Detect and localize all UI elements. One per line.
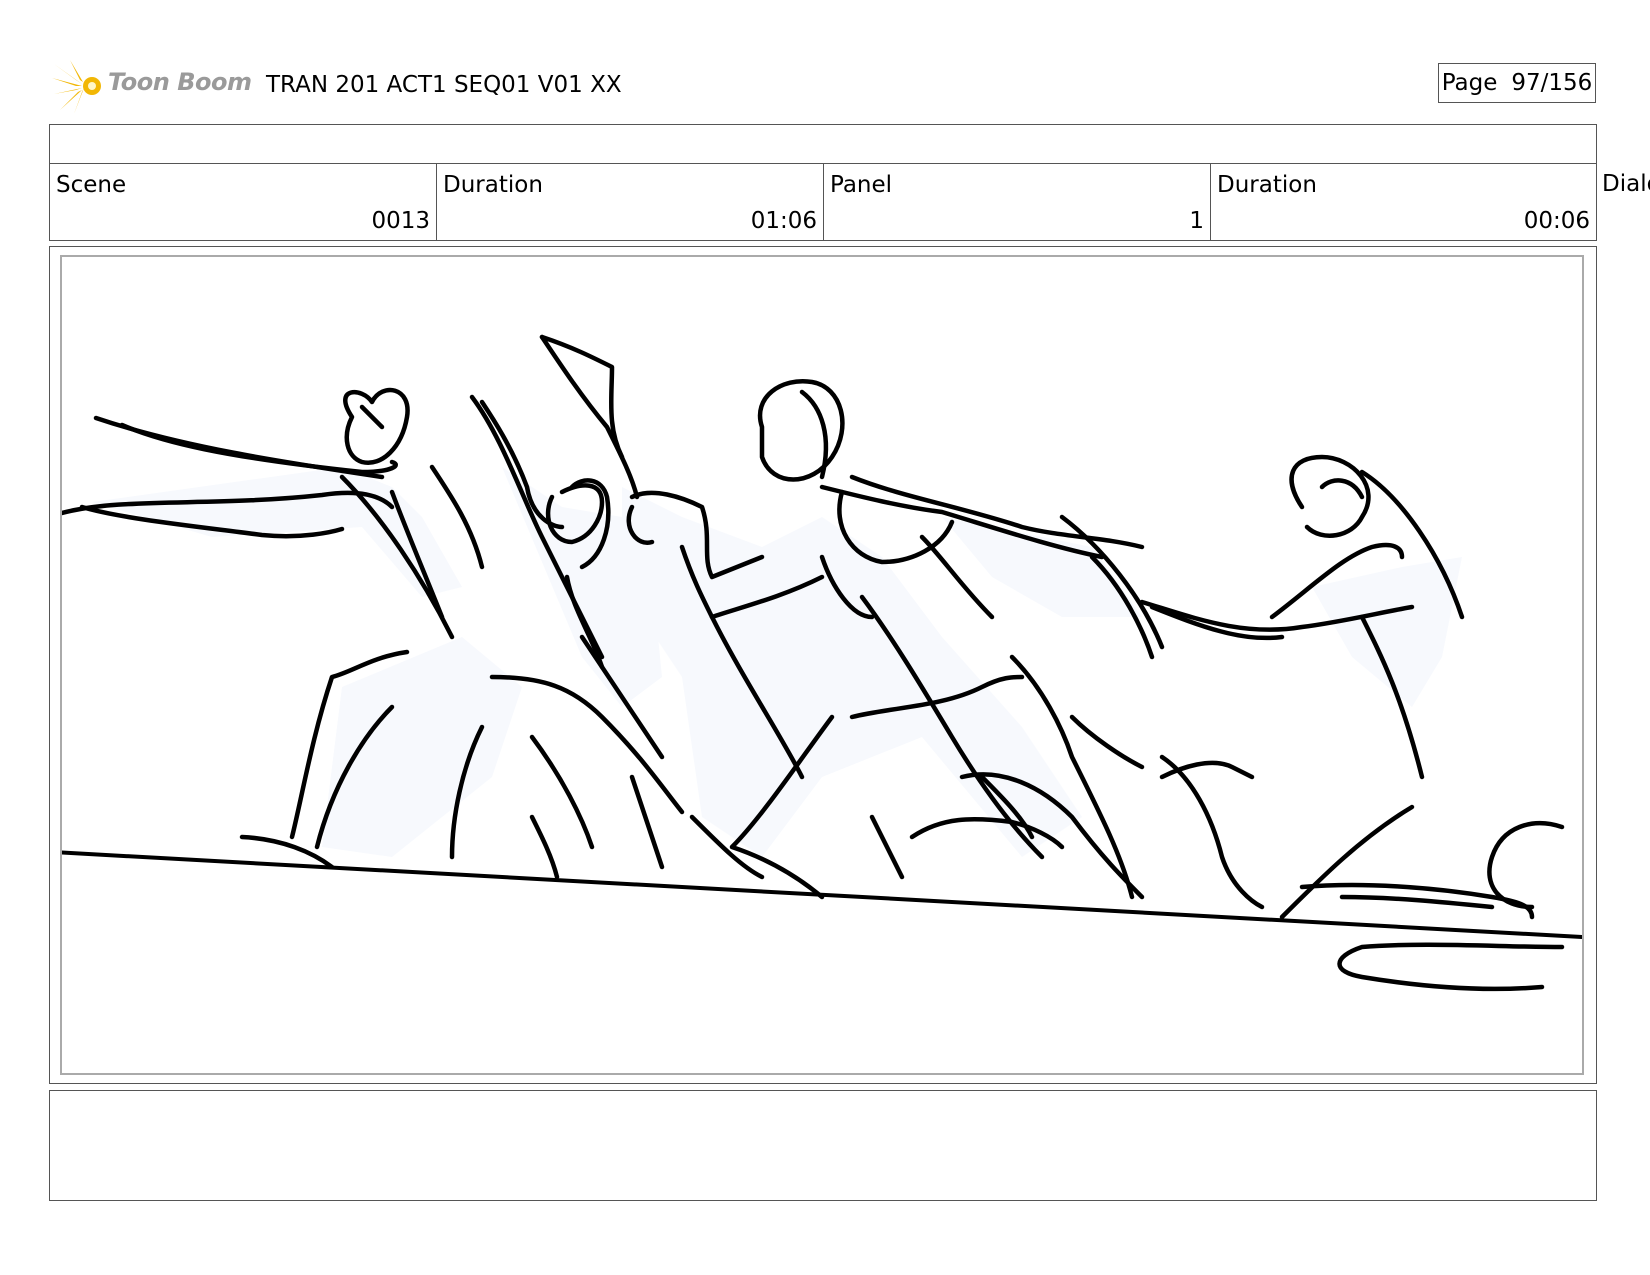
storyboard-panel bbox=[49, 246, 1597, 1084]
panel-info-row: Scene 0013 Duration 01:06 Panel 1 Durati… bbox=[49, 163, 1597, 241]
dialog-label: Dialog bbox=[1602, 171, 1650, 197]
running-crowd-sketch bbox=[62, 334, 1582, 992]
panel-duration-label: Duration bbox=[1217, 172, 1317, 198]
document-title: TRAN 201 ACT1 SEQ01 V01 XX bbox=[266, 72, 622, 98]
page-number: 97/156 bbox=[1511, 70, 1593, 96]
scene-label: Scene bbox=[56, 172, 127, 198]
toon-boom-logo: Toon Boom bbox=[52, 58, 252, 114]
figure-1-arm-back bbox=[119, 422, 398, 475]
fallen-figure-body bbox=[1337, 942, 1565, 992]
logo-text: Toon Boom bbox=[108, 68, 252, 96]
panel-value: 1 bbox=[1189, 208, 1204, 234]
figure-2-raised-arm bbox=[539, 334, 640, 500]
panel-label: Panel bbox=[830, 172, 893, 198]
fallen-figure-head bbox=[1487, 821, 1565, 910]
page-label: Page bbox=[1441, 70, 1498, 96]
figure-4-head bbox=[1289, 454, 1371, 538]
starburst-logo-icon bbox=[52, 60, 101, 114]
panel-artwork-frame bbox=[60, 255, 1584, 1075]
scene-cell: Scene 0013 bbox=[50, 164, 437, 240]
panel-duration-value: 00:06 bbox=[1523, 208, 1590, 234]
figure-fills bbox=[92, 467, 1462, 857]
panel-duration-cell: Duration 00:06 bbox=[1211, 164, 1596, 240]
panel-cell: Panel 1 bbox=[824, 164, 1211, 240]
action-notes-box bbox=[49, 1090, 1597, 1201]
figure-3-head bbox=[757, 378, 845, 482]
scene-duration-value: 01:06 bbox=[750, 208, 817, 234]
page-indicator: Page 97/156 bbox=[1438, 63, 1596, 103]
header-blank-row bbox=[49, 124, 1597, 164]
figure-1-head bbox=[343, 387, 410, 465]
scene-duration-cell: Duration 01:06 bbox=[437, 164, 824, 240]
scene-value: 0013 bbox=[371, 208, 430, 234]
scene-duration-label: Duration bbox=[443, 172, 543, 198]
